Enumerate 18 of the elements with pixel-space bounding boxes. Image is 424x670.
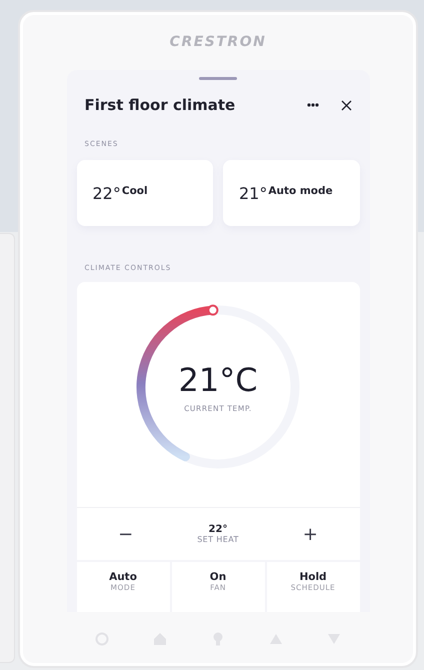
mode-value: Hold bbox=[299, 571, 327, 583]
increase-button[interactable]: + bbox=[261, 508, 360, 560]
dial-handle[interactable] bbox=[207, 304, 218, 316]
scene-label: Auto mode bbox=[268, 185, 333, 197]
mode-value: Auto bbox=[109, 571, 137, 583]
current-temperature: 21°C bbox=[178, 362, 258, 398]
drag-handle[interactable] bbox=[199, 77, 237, 80]
scene-temperature: 21° bbox=[239, 184, 268, 202]
more-icon[interactable] bbox=[306, 103, 318, 107]
mode-value: On bbox=[210, 571, 226, 583]
setpoint-value: 22° bbox=[208, 524, 228, 535]
brand-logo: CRESTRON bbox=[170, 34, 266, 52]
scene-temperature: 22° bbox=[92, 184, 121, 202]
panel-title: First floor climate bbox=[84, 96, 236, 114]
scene-label: Cool bbox=[122, 185, 148, 197]
decrease-button[interactable]: − bbox=[76, 508, 175, 560]
setpoint-caption: SET HEAT bbox=[197, 535, 239, 544]
close-icon[interactable] bbox=[340, 100, 352, 110]
